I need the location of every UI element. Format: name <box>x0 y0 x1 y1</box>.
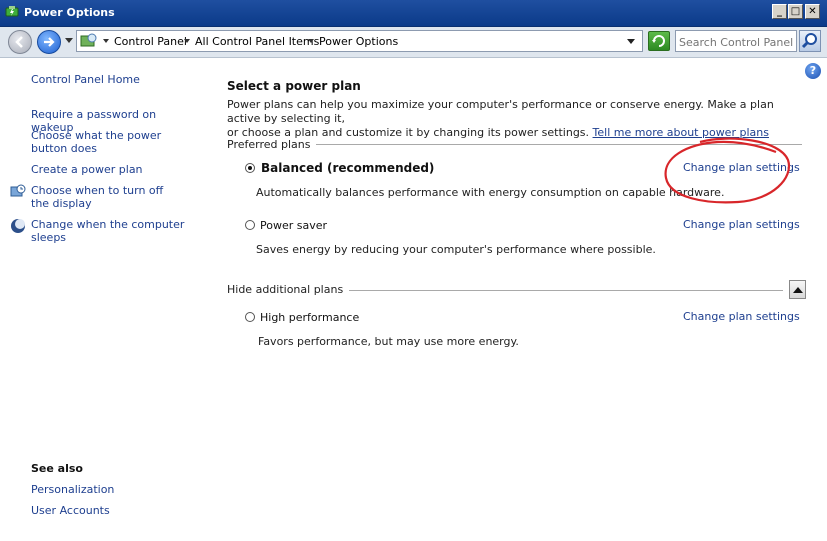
sleep-moon-icon <box>11 219 25 233</box>
refresh-button[interactable] <box>648 31 670 51</box>
user-accounts-link[interactable]: User Accounts <box>31 504 110 517</box>
search-button[interactable] <box>799 30 821 52</box>
description-line-1: Power plans can help you maximize your c… <box>227 98 774 125</box>
control-panel-home-link[interactable]: Control Panel Home <box>31 73 140 86</box>
control-panel-icon <box>80 33 97 47</box>
window-title: Power Options <box>24 6 115 19</box>
turn-off-display-link[interactable]: Choose when to turn off the display <box>31 184 181 210</box>
plan-description: Automatically balances performance with … <box>256 186 725 199</box>
plan-description: Favors performance, but may use more ene… <box>258 335 519 348</box>
computer-sleeps-link[interactable]: Change when the computer sleeps <box>31 218 206 244</box>
power-button-link[interactable]: Choose what the power button does <box>31 129 191 155</box>
breadcrumb-all-items[interactable]: All Control Panel Items <box>195 35 319 48</box>
preferred-plans-label: Preferred plans <box>227 138 317 151</box>
plan-name[interactable]: High performance <box>260 311 359 324</box>
navigation-bar: Control Panel All Control Panel Items Po… <box>0 27 827 58</box>
display-clock-icon <box>10 184 26 197</box>
search-box[interactable] <box>675 30 799 52</box>
address-dropdown-icon[interactable] <box>627 39 635 44</box>
content-area: Control Panel Home Require a password on… <box>0 58 827 541</box>
page-description: Power plans can help you maximize your c… <box>227 98 807 140</box>
breadcrumb-separator-icon[interactable] <box>103 39 109 43</box>
annotation-circle <box>664 137 791 204</box>
minimize-button[interactable]: _ <box>772 4 787 19</box>
search-icon <box>801 33 817 49</box>
forward-button[interactable] <box>37 30 61 54</box>
balanced-radio[interactable] <box>245 163 255 173</box>
plan-description: Saves energy by reducing your computer's… <box>256 243 656 256</box>
plan-name[interactable]: Balanced (recommended) <box>261 161 434 175</box>
power-saver-radio[interactable] <box>245 220 255 230</box>
breadcrumb-power-options[interactable]: Power Options <box>319 35 398 48</box>
see-also-heading: See also <box>31 462 83 475</box>
breadcrumb-control-panel[interactable]: Control Panel <box>114 35 187 48</box>
breadcrumb-separator-icon[interactable] <box>308 39 314 43</box>
back-button[interactable] <box>8 30 32 54</box>
title-bar: Power Options _ □ ✕ <box>0 0 827 27</box>
high-performance-radio[interactable] <box>245 312 255 322</box>
personalization-link[interactable]: Personalization <box>31 483 114 496</box>
create-power-plan-link[interactable]: Create a power plan <box>31 163 196 176</box>
back-arrow-icon <box>15 36 23 48</box>
plan-name[interactable]: Power saver <box>260 219 327 232</box>
close-button[interactable]: ✕ <box>805 4 820 19</box>
breadcrumb-separator-icon[interactable] <box>184 39 190 43</box>
page-title: Select a power plan <box>227 79 361 93</box>
address-box[interactable]: Control Panel All Control Panel Items Po… <box>76 30 643 52</box>
search-input[interactable] <box>677 32 799 52</box>
recent-pages-dropdown-icon[interactable] <box>65 38 73 44</box>
change-plan-settings-link[interactable]: Change plan settings <box>683 310 800 323</box>
power-options-icon <box>5 6 19 17</box>
change-plan-settings-link[interactable]: Change plan settings <box>683 218 800 231</box>
help-icon[interactable]: ? <box>805 63 821 79</box>
collapse-plans-button[interactable] <box>789 280 806 299</box>
refresh-icon <box>652 35 665 47</box>
hide-additional-plans-label[interactable]: Hide additional plans <box>227 283 350 296</box>
maximize-button[interactable]: □ <box>788 4 803 19</box>
forward-arrow-icon <box>44 37 55 47</box>
